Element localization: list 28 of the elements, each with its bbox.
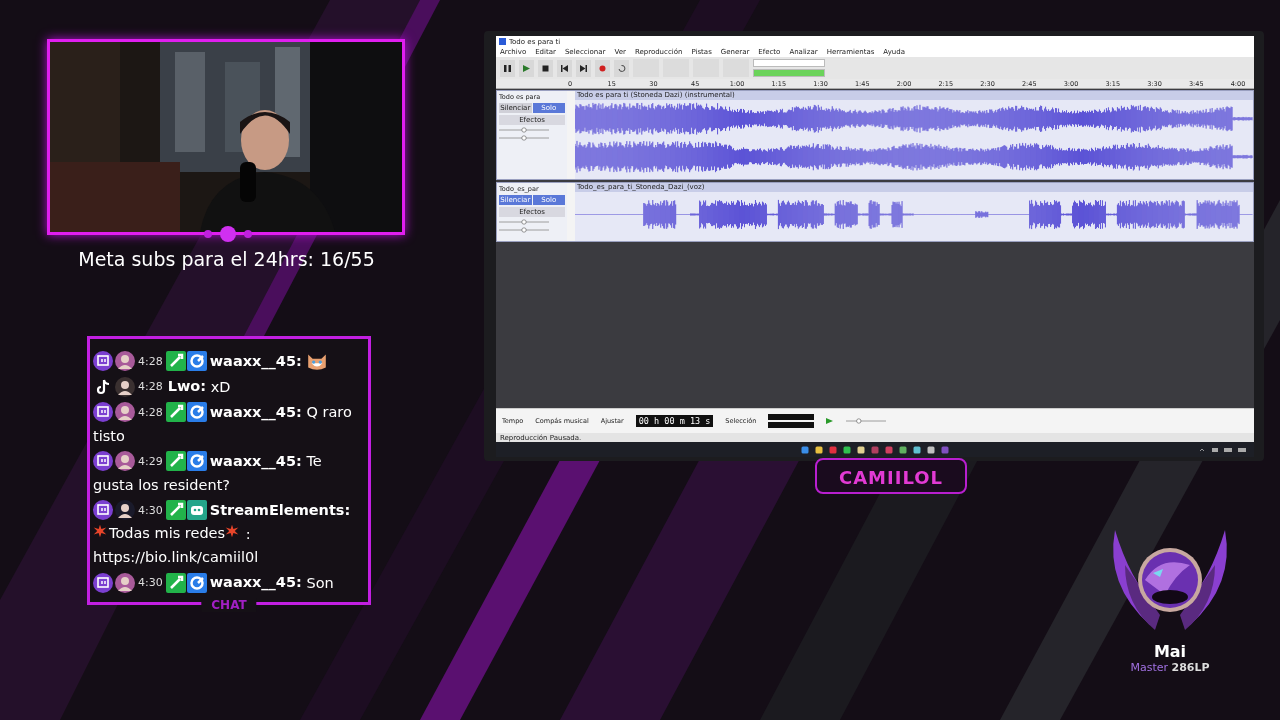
username: waaxx__45: — [209, 452, 302, 469]
message-time: 4:28 — [138, 380, 163, 393]
username: Lwo: — [167, 378, 207, 394]
username: waaxx__45: — [209, 352, 302, 369]
time-display: 00 h 00 m 13 s — [635, 415, 714, 427]
username: waaxx__45: — [209, 403, 302, 420]
message-time: 4:28 — [138, 354, 163, 368]
message-text: Son — [306, 574, 334, 590]
message-text: : — [245, 525, 251, 541]
message-link[interactable]: https://bio.link/camiil0l — [93, 548, 259, 565]
message-text: xD — [210, 378, 231, 394]
player-name: Mai — [1153, 642, 1187, 661]
league-points: 286LP — [1171, 661, 1210, 674]
rank-label: Master — [1130, 661, 1168, 674]
subs-goal: Meta subs para el 24hrs: 16/55 — [77, 248, 376, 270]
message-time: 4:28 — [138, 405, 163, 419]
channel-name: CAMIILOL — [838, 467, 943, 490]
username: waaxx__45: — [209, 574, 302, 590]
message-time: 4:30 — [138, 576, 163, 589]
message-text: Q raro — [306, 403, 352, 420]
message-time: 4:29 — [138, 454, 163, 468]
chat-label: CHAT — [201, 598, 257, 612]
message-time: 4:30 — [138, 503, 163, 517]
message-text: gusta los resident? — [93, 476, 231, 492]
message-text: Todas mis redes — [109, 525, 226, 541]
message-text: tisto — [93, 427, 125, 443]
message-text: Te — [306, 452, 322, 469]
username: StreamElements: — [209, 501, 351, 518]
